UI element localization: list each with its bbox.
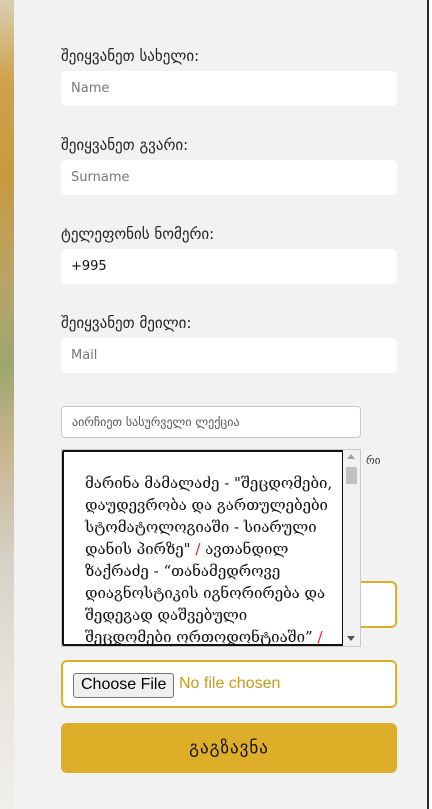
mail-label: შეიყვანეთ მეილი: [61, 314, 192, 332]
lecture-separator: / [317, 628, 323, 646]
mail-input[interactable]: Mail [61, 338, 397, 373]
lecture-separator: / [195, 540, 201, 558]
surname-input[interactable]: Surname [61, 160, 397, 195]
file-status-text: No file chosen [179, 675, 281, 692]
truncated-label-text: რი [366, 454, 381, 467]
name-input[interactable]: Name [61, 71, 397, 106]
scroll-down-arrow-icon[interactable] [347, 636, 355, 641]
file-upload-field: Choose File No file chosen [61, 660, 397, 708]
phone-input[interactable]: +995 [61, 249, 397, 284]
lecture-list-text: მარინა მამალაძე - "შეცდომები, დაუდევრობა… [85, 472, 337, 646]
scroll-up-arrow-icon[interactable] [347, 454, 355, 459]
vertical-scrollbar[interactable] [343, 450, 360, 646]
lecture-list-box[interactable]: მარინა მამალაძე - "შეცდომები, დაუდევრობა… [61, 449, 361, 647]
lecture-select[interactable]: აირჩიეთ სასურველი ლექცია [61, 406, 361, 438]
choose-file-button[interactable]: Choose File [73, 673, 175, 698]
name-label: შეიყვანეთ სახელი: [61, 47, 200, 65]
scroll-thumb[interactable] [346, 467, 357, 484]
background-photo [0, 0, 14, 809]
lecture-list-focus-frame: მარინა მამალაძე - "შეცდომები, დაუდევრობა… [62, 450, 344, 646]
submit-button[interactable]: გაგზავნა [61, 723, 397, 773]
phone-label: ტელეფონის ნომერი: [61, 225, 215, 243]
page-edge-border [427, 0, 429, 809]
surname-label: შეიყვანეთ გვარი: [61, 136, 189, 154]
